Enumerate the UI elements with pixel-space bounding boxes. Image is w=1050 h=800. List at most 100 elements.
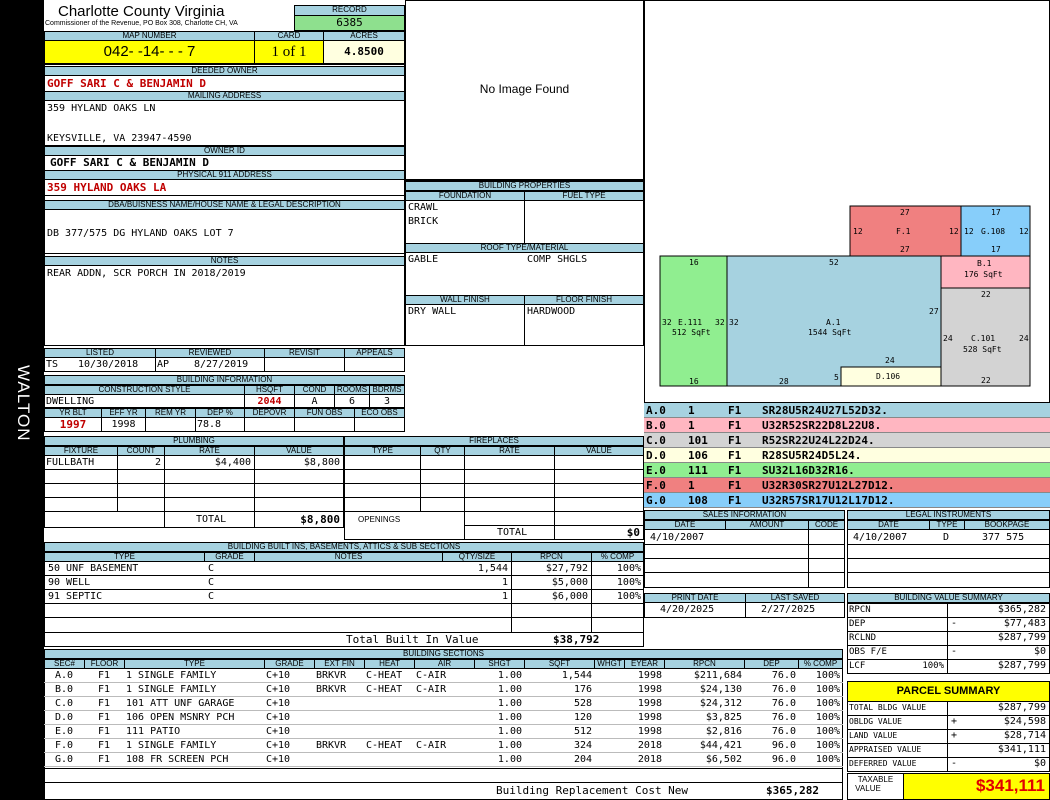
style-value: DWELLING [46,396,95,407]
section-cell: BRKVR [316,684,347,695]
map-number-value: 042- -14- - - 7 [44,40,255,64]
owner-id: GOFF SARI C & BENJAMIN D [50,156,209,169]
section-cell: C+10 [266,712,291,723]
sales-col-date: DATE [644,520,726,530]
vector-floor: F1 [728,464,742,477]
builtins-total-label: Total Built In Value [346,633,479,646]
builtins-col-notes: NOTES [254,552,443,562]
bvs-value: $0 [1033,646,1046,657]
building-info-header: BUILDING INFORMATION [44,375,405,385]
plumbing-total-label: TOTAL [196,514,227,525]
vector-num: 1 [688,404,695,417]
sections-col-header: RPCN [664,659,745,669]
parcel-value: $28,714 [1003,730,1046,741]
openings-label: OPENINGS [358,515,401,524]
taxable-label-2: VALUE [855,784,881,793]
plumbing-rate: $4,400 [214,457,251,468]
section-cell: 1998 [637,684,662,695]
section-cell: 1998 [637,726,662,737]
vector-path: U32R30SR27U12L27D12. [762,479,895,492]
vector-floor: F1 [728,479,742,492]
foundation-header: FOUNDATION [405,191,525,201]
sections-header: BUILDING SECTIONS [44,649,843,659]
section-cell: 204 [573,754,592,765]
legal-col-date: DATE [847,520,930,530]
section-cell: 324 [573,740,592,751]
vector-floor: F1 [728,434,742,447]
section-cell: C.0 [54,698,74,709]
section-cell: C-HEAT [366,740,403,751]
sections-col-header: EXT FIN [314,659,365,669]
taxable-value: $341,111 [903,773,1050,800]
mailing-header: MAILING ADDRESS [44,91,405,101]
notes-value: REAR ADDN, SCR PORCH IN 2018/2019 [47,268,246,279]
section-cell: F1 [97,670,111,681]
section-cell: 1.00 [497,684,522,695]
section-cell: 1.00 [497,698,522,709]
vector-num: 111 [688,464,708,477]
section-cell: 120 [573,712,592,723]
builtins-cell: 100% [616,563,641,574]
section-cell: C-AIR [416,670,447,681]
section-cell: F1 [97,712,111,723]
plumbing-count: 2 [154,457,161,468]
sketch-f-bottom: 27 [900,245,910,254]
section-cell: 76.0 [771,726,796,737]
sketch-a-bottom: 28 [779,377,789,386]
legal-col-type: TYPE [929,520,965,530]
vector-sec: E.0 [646,464,666,477]
vector-sec: G.0 [646,494,666,507]
section-cell: 96.0 [771,740,796,751]
section-cell: BRKVR [316,670,347,681]
builtins-cell: 100% [616,577,641,588]
section-cell: $24,130 [699,684,742,695]
vector-path: SU32L16D32R16. [762,464,855,477]
parcel-key: DEFERRED VALUE [849,759,917,768]
taxable-label-1: TAXABLE [857,775,894,784]
plumbing-value: $8,800 [303,457,340,468]
section-cell: C+10 [266,684,291,695]
plumbing-col-count: COUNT [117,446,165,456]
sketch-g-top: 17 [991,208,1001,217]
sales-col-code: CODE [808,520,845,530]
sections-col-header: SHGT [474,659,525,669]
legal-type: D [943,532,950,543]
vector-num: 101 [688,434,708,447]
section-cell: B.0 [54,684,74,695]
sketch-f-top: 27 [900,208,910,217]
section-cell: 1.00 [497,726,522,737]
bvs-value: $365,282 [997,604,1046,615]
vector-path: U32R57SR17U12L17D12. [762,494,895,507]
section-cell: 100% [815,698,840,709]
vector-path: U32R52SR22D8L22U8. [762,419,882,432]
sketch-c-left: 24 [943,334,953,343]
sketch-a-left: 32 [729,318,739,327]
card-value: 1 of 1 [254,40,324,64]
roof-1: GABLE [408,254,439,265]
section-cell: 108 FR SCREEN PCH [126,754,229,765]
sections-col-header: % COMP [798,659,843,669]
sections-col-header: WHGT [594,659,625,669]
plumbing-total: $8,800 [300,513,340,526]
sketch-b-area: 176 SqFt [964,270,1003,279]
sketch-g-right: 12 [1019,227,1029,236]
sketch-e-right: 32 [715,318,725,327]
parcel-key: TOTAL BLDG VALUE [849,703,927,712]
builtins-cell: 100% [616,591,641,602]
builtins-col-rpcn: RPCN [511,552,592,562]
section-cell: C-AIR [416,740,447,751]
section-cell: 96.0 [771,754,796,765]
section-cell: 1.00 [497,754,522,765]
side-label: WALTON [14,365,33,442]
section-cell: $44,421 [699,740,742,751]
building-properties-header: BUILDING PROPERTIES [405,181,644,191]
section-cell: G.0 [54,754,74,765]
vector-sec: F.0 [646,479,666,492]
builtins-col-grade: GRADE [204,552,255,562]
section-cell: 100% [815,712,840,723]
mailing-line-2: KEYSVILLE, VA 23947-4590 [47,133,192,144]
fireplace-col-value: VALUE [554,446,644,456]
builtins-cell: 1 [501,577,508,588]
section-cell: 1.00 [497,670,522,681]
sections-col-header: DEP [744,659,799,669]
